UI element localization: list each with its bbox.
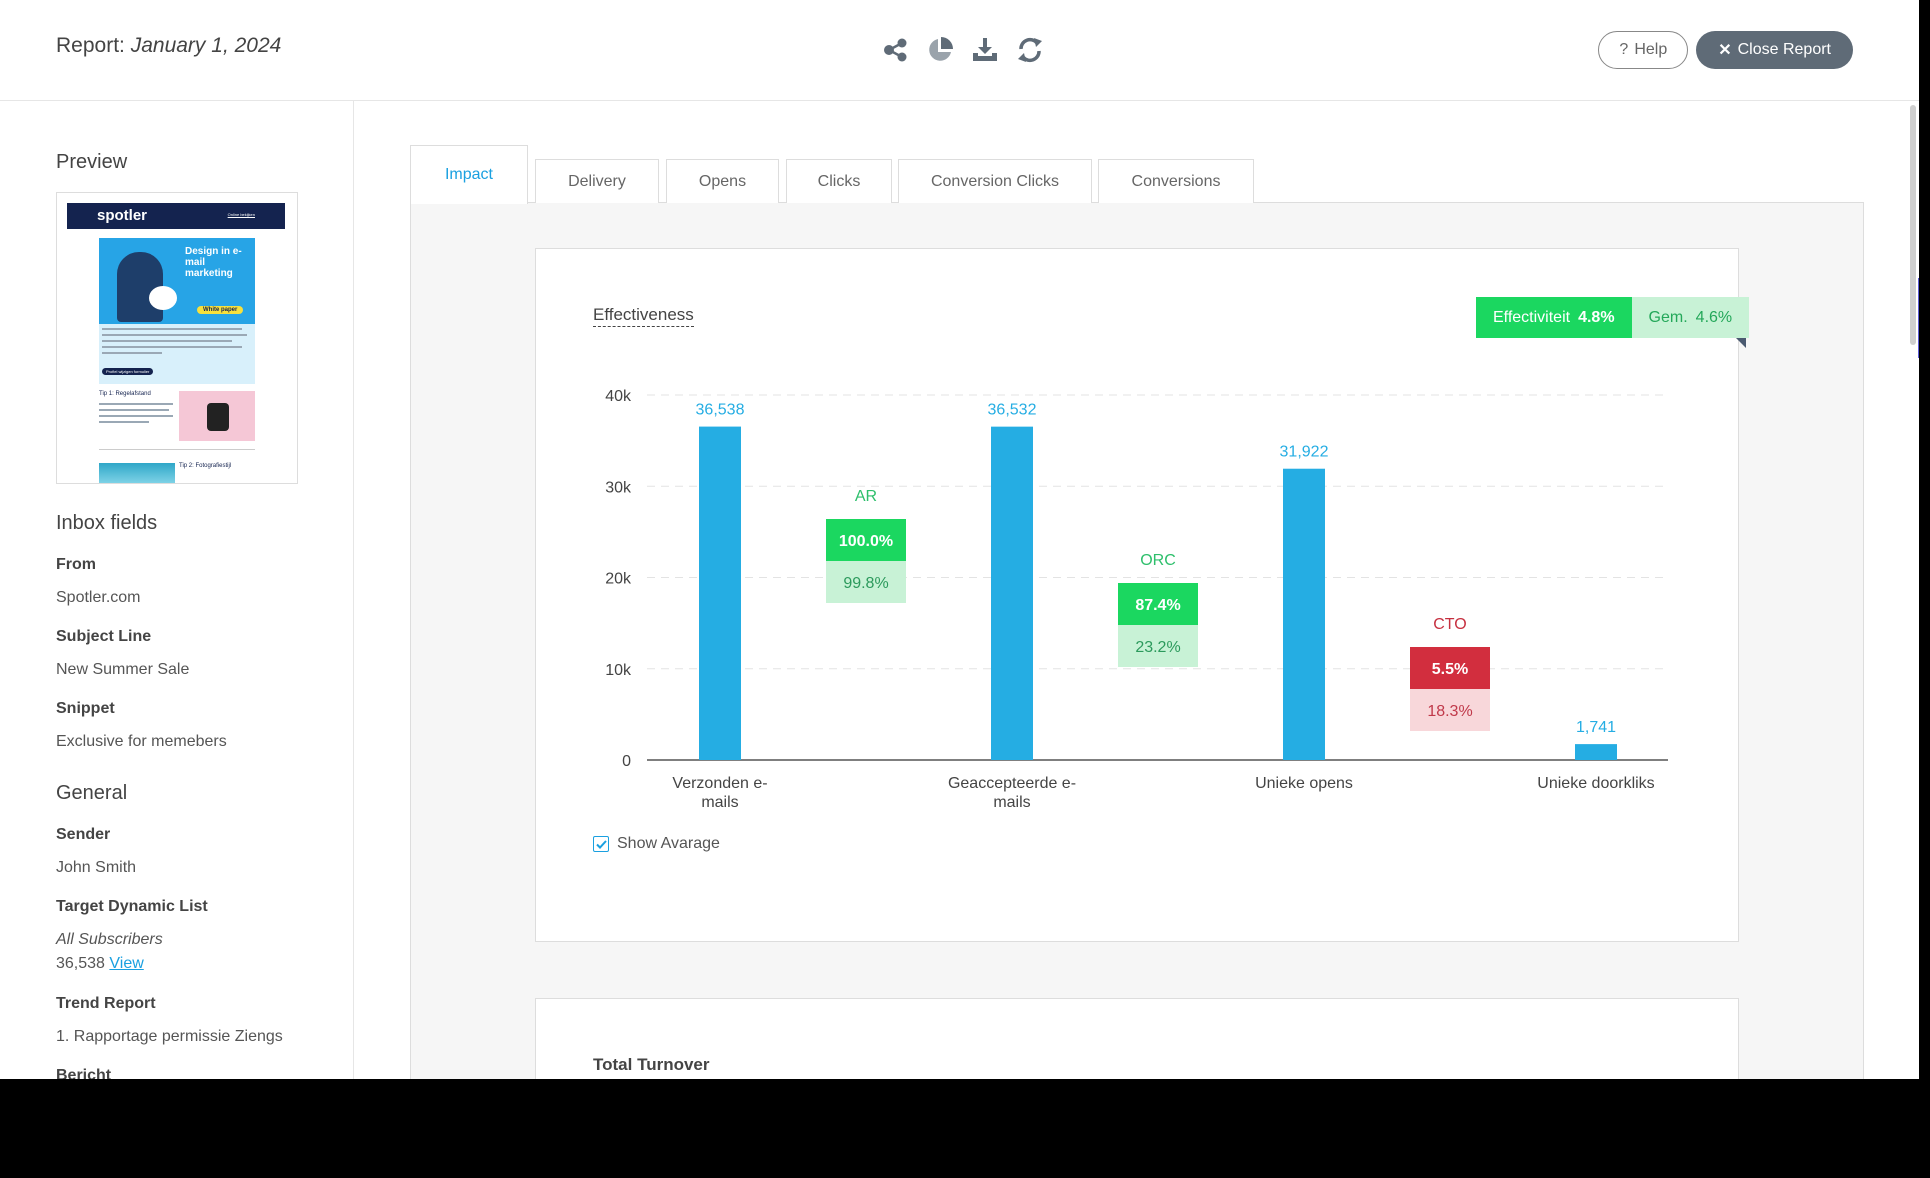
tab-delivery[interactable]: Delivery	[535, 159, 659, 203]
tab-conversions[interactable]: Conversions	[1098, 159, 1254, 203]
header-actions: ? Help ✕ Close Report	[1598, 31, 1853, 69]
report-label: Report:	[56, 34, 125, 57]
bar-4	[1575, 744, 1617, 760]
preview-hero-text: Design in e-mail marketing	[185, 246, 242, 279]
subject-label: Subject Line	[56, 628, 152, 645]
y-tick-label: 0	[622, 753, 631, 770]
y-tick-label: 20k	[605, 571, 632, 588]
ratio-value-label: 87.4%	[1135, 597, 1180, 614]
show-average-label: Show Avarage	[617, 835, 720, 852]
preview-brand: spotler	[97, 207, 148, 224]
bar-1	[699, 426, 741, 760]
refresh-icon[interactable]	[1013, 34, 1046, 66]
show-average-toggle[interactable]: Show Avarage	[593, 835, 720, 853]
close-label: Close Report	[1737, 41, 1831, 58]
help-icon: ?	[1619, 41, 1629, 58]
ratio-average-label: 99.8%	[843, 575, 888, 592]
tab-opens[interactable]: Opens	[666, 159, 779, 203]
x-category-label: mails	[993, 794, 1030, 809]
x-category-label: Unieke doorkliks	[1537, 775, 1654, 792]
ratio-average-label: 23.2%	[1135, 639, 1180, 656]
help-button[interactable]: ? Help	[1598, 31, 1689, 69]
camera-icon	[207, 403, 229, 431]
trend-report-value: 1. Rapportage permissie Ziengs	[56, 1028, 283, 1045]
ratio-value-label: 100.0%	[839, 533, 893, 550]
header-toolbar	[878, 34, 1046, 66]
bar-3	[1283, 468, 1325, 760]
ratio-name-ar: AR	[855, 488, 877, 505]
preview-nav-link: Online bekijken	[227, 212, 255, 217]
email-preview-thumbnail[interactable]: spotler Online bekijken Design in e-mail…	[56, 192, 298, 484]
preview-tip1: Tip 1: Regelafstand	[99, 391, 151, 397]
bericht-label: Bericht	[56, 1067, 112, 1079]
inbox-fields-title: Inbox fields	[56, 512, 158, 534]
general-title: General	[56, 782, 128, 804]
effectiveness-card: Effectiveness Effectiviteit 4.8% Gem. 4.…	[535, 248, 1750, 942]
preview-intro: Profiel wijzigen formulier	[99, 324, 255, 384]
bar-value-label: 36,532	[988, 402, 1037, 419]
bar-value-label: 31,922	[1280, 444, 1329, 461]
tab-clicks[interactable]: Clicks	[786, 159, 892, 203]
page-scrollbar[interactable]	[1910, 105, 1916, 345]
ratio-value-label: 5.5%	[1432, 661, 1468, 678]
ratio-name-orc: ORC	[1140, 552, 1176, 569]
ratio-average-label: 18.3%	[1427, 703, 1472, 720]
trend-report-label: Trend Report	[56, 995, 156, 1012]
subject-value: New Summer Sale	[56, 661, 190, 678]
download-icon[interactable]	[968, 34, 1001, 66]
preview-camera-image	[179, 391, 255, 441]
snippet-value: Exclusive for memebers	[56, 733, 227, 750]
bar-value-label: 1,741	[1576, 719, 1616, 736]
preview-brand-bar: spotler Online bekijken	[67, 203, 285, 229]
sender-label: Sender	[56, 826, 111, 843]
target-list-value: All Subscribers	[56, 931, 163, 948]
target-view-link[interactable]: View	[109, 955, 143, 972]
scrollbar-accent	[1918, 278, 1919, 358]
target-list-label: Target Dynamic List	[56, 898, 208, 915]
x-category-label: Geaccepteerde e-	[948, 775, 1076, 792]
preview-sea-image	[99, 463, 175, 483]
tab-impact[interactable]: Impact	[410, 145, 528, 204]
bar-value-label: 36,538	[696, 402, 745, 419]
snippet-label: Snippet	[56, 700, 115, 717]
y-tick-label: 40k	[605, 388, 632, 405]
total-turnover-card: Total Turnover	[535, 998, 1739, 1079]
ratio-name-cto: CTO	[1433, 616, 1466, 633]
preview-cta: Profiel wijzigen formulier	[102, 368, 154, 375]
sender-value: John Smith	[56, 859, 137, 876]
y-tick-label: 10k	[605, 662, 632, 679]
y-tick-label: 30k	[605, 479, 632, 496]
close-icon: ✕	[1718, 42, 1732, 59]
effectiveness-chart: 0 10k 20k 30k 40k 36,538 Verzonden e-mails 36,5…	[605, 388, 1668, 809]
report-date: January 1, 2024	[130, 34, 282, 57]
x-category-label: Unieke opens	[1255, 775, 1353, 792]
total-turnover-title: Total Turnover	[593, 1055, 710, 1074]
show-average-checkbox[interactable]	[593, 836, 609, 852]
from-value: Spotler.com	[56, 589, 141, 606]
bar-2	[991, 426, 1033, 760]
help-label: Help	[1634, 41, 1668, 58]
target-count: 36,538	[56, 955, 105, 972]
app-window: Report: January 1, 2024 ? Help ✕ Close R…	[0, 0, 1919, 1079]
share-icon[interactable]	[878, 34, 911, 66]
preview-hero-tag: White paper	[197, 306, 244, 314]
report-title: Report: January 1, 2024	[56, 34, 281, 58]
checkmark-icon	[595, 839, 607, 849]
x-category-label: mails	[701, 794, 738, 809]
preview-hero: Design in e-mail marketing White paper	[99, 238, 255, 324]
tab-conversion-clicks[interactable]: Conversion Clicks	[898, 159, 1092, 203]
x-category-label: Verzonden e-	[672, 775, 767, 792]
preview-title: Preview	[56, 151, 128, 173]
target-count-row: 36,538 View	[56, 955, 144, 973]
from-label: From	[56, 556, 96, 573]
palette-icon	[149, 286, 177, 310]
report-header: Report: January 1, 2024 ? Help ✕ Close R…	[0, 0, 1919, 101]
close-report-button[interactable]: ✕ Close Report	[1696, 31, 1853, 69]
preview-tip2: Tip 2: Fotografiestijl	[179, 463, 232, 469]
pie-chart-icon[interactable]	[923, 34, 956, 66]
